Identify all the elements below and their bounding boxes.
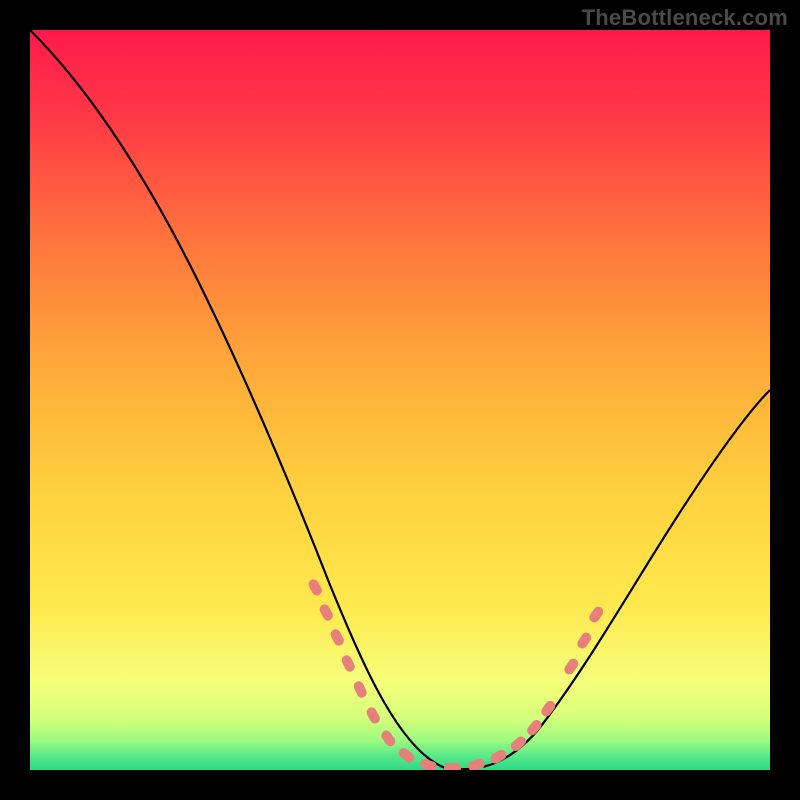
gradient-background (30, 30, 770, 770)
chart-container: TheBottleneck.com (0, 0, 800, 800)
watermark-text: TheBottleneck.com (582, 5, 788, 31)
bottleneck-chart (30, 30, 770, 770)
